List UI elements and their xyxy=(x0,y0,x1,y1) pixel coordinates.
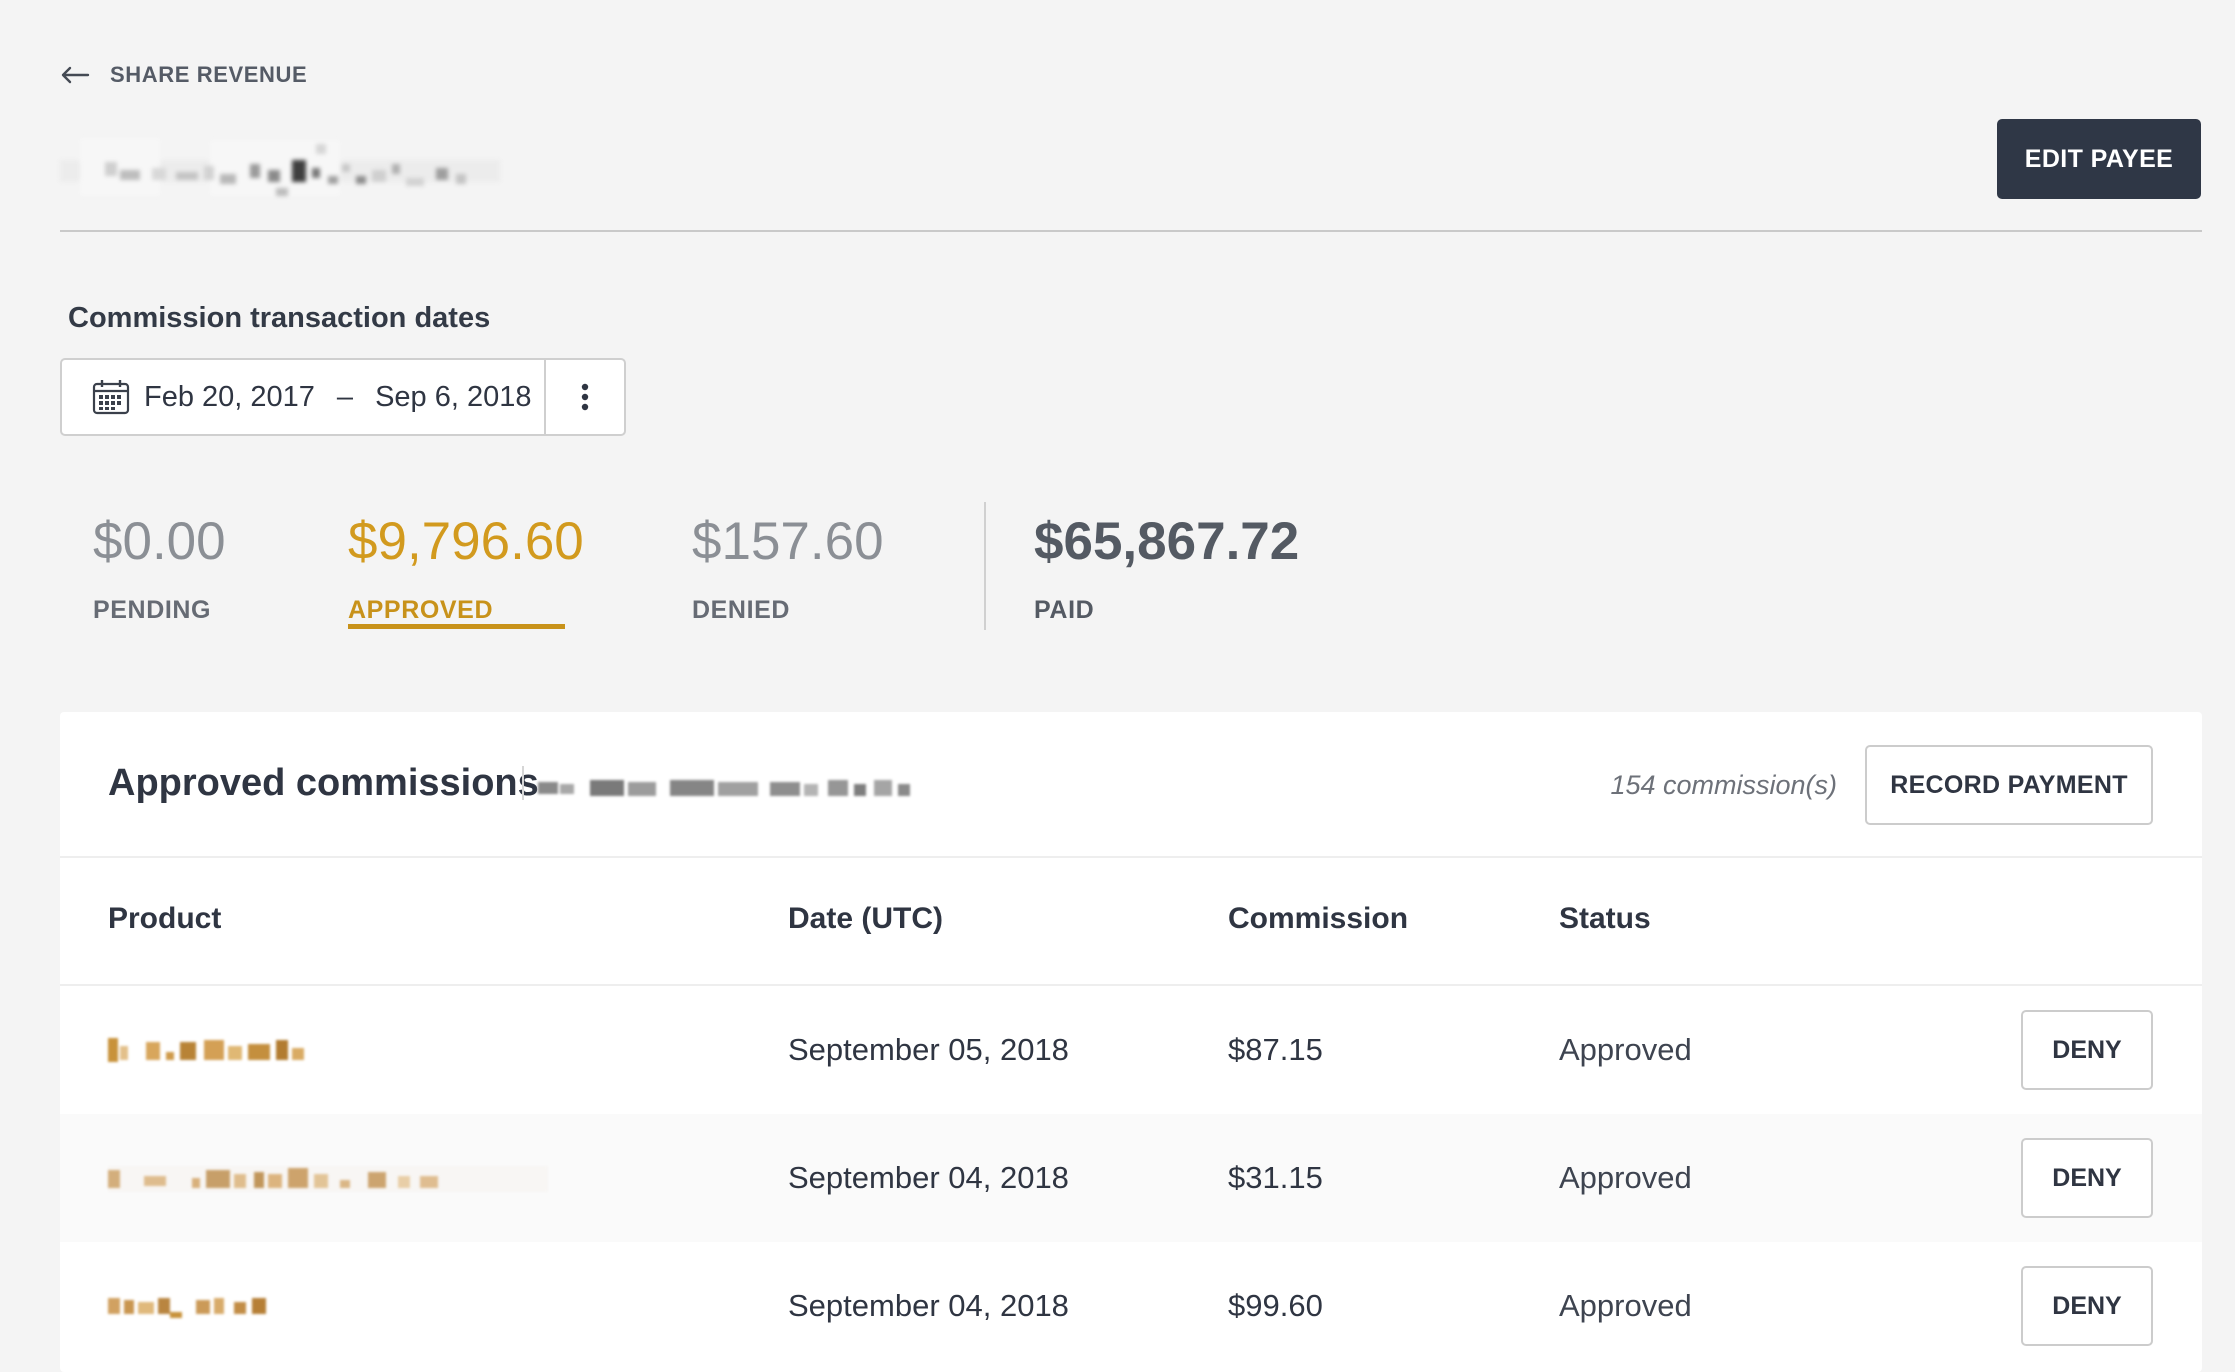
redacted-payee-name xyxy=(60,138,500,196)
row-status: Approved xyxy=(1559,1288,1692,1323)
date-range-menu-button[interactable] xyxy=(544,360,624,434)
summary-tab-pending[interactable]: $0.00 PENDING xyxy=(93,512,226,625)
column-header-product: Product xyxy=(108,902,222,935)
deny-button[interactable]: DENY xyxy=(2021,1010,2153,1090)
approved-amount: $9,796.60 xyxy=(348,512,584,571)
summary-divider xyxy=(984,502,986,630)
record-payment-button[interactable]: RECORD PAYMENT xyxy=(1865,745,2153,825)
title-separator xyxy=(522,766,524,800)
date-separator: – xyxy=(336,380,354,413)
table-row: September 04, 2018 $31.15 Approved DENY xyxy=(60,1114,2202,1242)
row-date: September 04, 2018 xyxy=(788,1288,1069,1323)
redacted-product-name xyxy=(108,1166,548,1192)
active-tab-indicator xyxy=(348,624,565,629)
table-row: September 04, 2018 $99.60 Approved DENY xyxy=(60,1242,2202,1370)
pending-label: PENDING xyxy=(93,596,212,624)
row-status: Approved xyxy=(1559,1032,1692,1067)
deny-button[interactable]: DENY xyxy=(2021,1138,2153,1218)
date-filter-title: Commission transaction dates xyxy=(68,302,491,334)
commissions-card: Approved commissions 154 commission(s) R… xyxy=(60,712,2202,1372)
arrow-left-icon xyxy=(61,66,90,84)
summary-paid: $65,867.72 PAID xyxy=(1034,512,1299,625)
date-range-picker: Feb 20, 2017 – Sep 6, 2018 xyxy=(60,358,626,436)
denied-amount: $157.60 xyxy=(692,512,884,571)
calendar-icon xyxy=(92,380,130,415)
commissions-title: Approved commissions xyxy=(108,762,539,804)
header-divider xyxy=(60,230,2202,232)
redacted-subtitle xyxy=(538,780,910,796)
summary-tab-approved[interactable]: $9,796.60 APPROVED xyxy=(348,512,584,625)
row-commission: $99.60 xyxy=(1228,1288,1323,1323)
approved-label: APPROVED xyxy=(348,596,494,624)
back-link-label: SHARE REVENUE xyxy=(110,62,308,87)
denied-label: DENIED xyxy=(692,596,791,624)
paid-label: PAID xyxy=(1034,596,1095,624)
deny-button[interactable]: DENY xyxy=(2021,1266,2153,1346)
column-header-date: Date (UTC) xyxy=(788,902,943,935)
back-link-share-revenue[interactable]: SHARE REVENUE xyxy=(60,62,307,88)
row-commission: $31.15 xyxy=(1228,1160,1323,1195)
redacted-product-name xyxy=(108,1038,304,1062)
column-header-status: Status xyxy=(1559,902,1651,935)
commission-count: 154 commission(s) xyxy=(1610,770,1837,800)
row-date: September 04, 2018 xyxy=(788,1160,1069,1195)
date-end: Sep 6, 2018 xyxy=(375,380,532,413)
edit-payee-button[interactable]: EDIT PAYEE xyxy=(1997,119,2201,199)
row-commission: $87.15 xyxy=(1228,1032,1323,1067)
date-start: Feb 20, 2017 xyxy=(144,380,315,413)
row-date: September 05, 2018 xyxy=(788,1032,1069,1067)
kebab-menu-icon xyxy=(581,383,589,411)
redacted-product-name xyxy=(108,1298,266,1318)
pending-amount: $0.00 xyxy=(93,512,226,571)
summary-tab-denied[interactable]: $157.60 DENIED xyxy=(692,512,884,625)
paid-amount: $65,867.72 xyxy=(1034,512,1300,571)
row-status: Approved xyxy=(1559,1160,1692,1195)
column-header-commission: Commission xyxy=(1228,902,1409,935)
commissions-card-header: Approved commissions 154 commission(s) R… xyxy=(60,712,2202,858)
table-row: September 05, 2018 $87.15 Approved DENY xyxy=(60,986,2202,1114)
date-range-field[interactable]: Feb 20, 2017 – Sep 6, 2018 xyxy=(62,360,544,434)
